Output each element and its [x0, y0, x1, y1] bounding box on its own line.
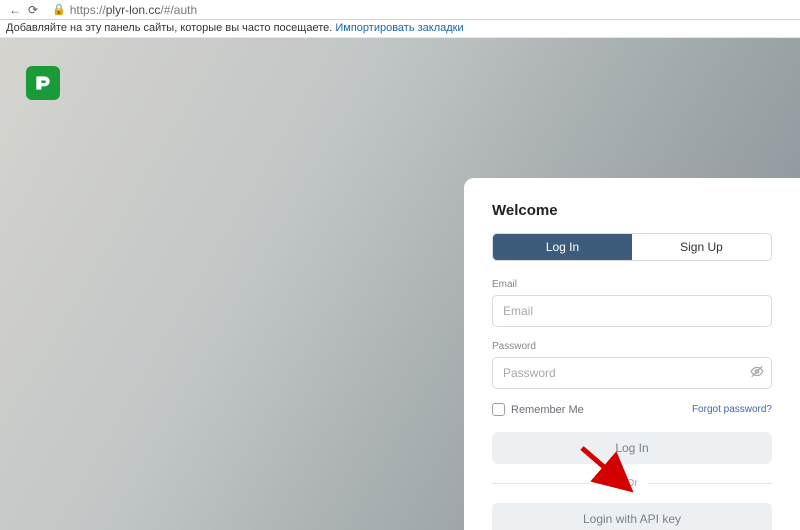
remember-me[interactable]: Remember Me: [492, 403, 584, 416]
reload-icon[interactable]: ⟳: [24, 3, 42, 17]
import-bookmarks-link[interactable]: Импортировать закладки: [335, 22, 463, 34]
bookmark-hint: Добавляйте на эту панель сайты, которые …: [6, 22, 332, 34]
back-icon[interactable]: ←: [6, 3, 24, 17]
login-button[interactable]: Log In: [492, 432, 772, 464]
divider-line-left: [492, 483, 616, 484]
toggle-password-icon[interactable]: [750, 365, 764, 382]
forgot-password-link[interactable]: Forgot password?: [692, 404, 772, 415]
remember-checkbox[interactable]: [492, 403, 505, 416]
email-label: Email: [492, 279, 772, 290]
logo-icon: [33, 73, 53, 93]
page-background: Welcome Log In Sign Up Email Password: [0, 38, 800, 530]
password-field[interactable]: [492, 357, 772, 389]
url-host: plyr-lon.cc: [106, 3, 161, 17]
lock-icon: 🔒: [52, 3, 66, 16]
email-field[interactable]: [492, 295, 772, 327]
remember-label: Remember Me: [511, 404, 584, 416]
divider-line-right: [648, 483, 772, 484]
address-bar[interactable]: https://plyr-lon.cc/#/auth: [70, 3, 197, 17]
login-api-key-button[interactable]: Login with API key: [492, 503, 772, 530]
app-logo[interactable]: [26, 66, 60, 100]
welcome-heading: Welcome: [492, 202, 772, 219]
auth-card: Welcome Log In Sign Up Email Password: [464, 178, 800, 530]
url-path: /#/auth: [160, 3, 197, 17]
bookmarks-bar: Добавляйте на эту панель сайты, которые …: [0, 20, 800, 38]
tab-login[interactable]: Log In: [493, 234, 632, 260]
url-scheme: https://: [70, 3, 106, 17]
password-label: Password: [492, 341, 772, 352]
auth-tabs: Log In Sign Up: [492, 233, 772, 261]
browser-toolbar: ← ⟳ 🔒 https://plyr-lon.cc/#/auth: [0, 0, 800, 20]
divider-or: Or: [492, 478, 772, 489]
or-text: Or: [626, 478, 637, 489]
tab-signup[interactable]: Sign Up: [632, 234, 771, 260]
